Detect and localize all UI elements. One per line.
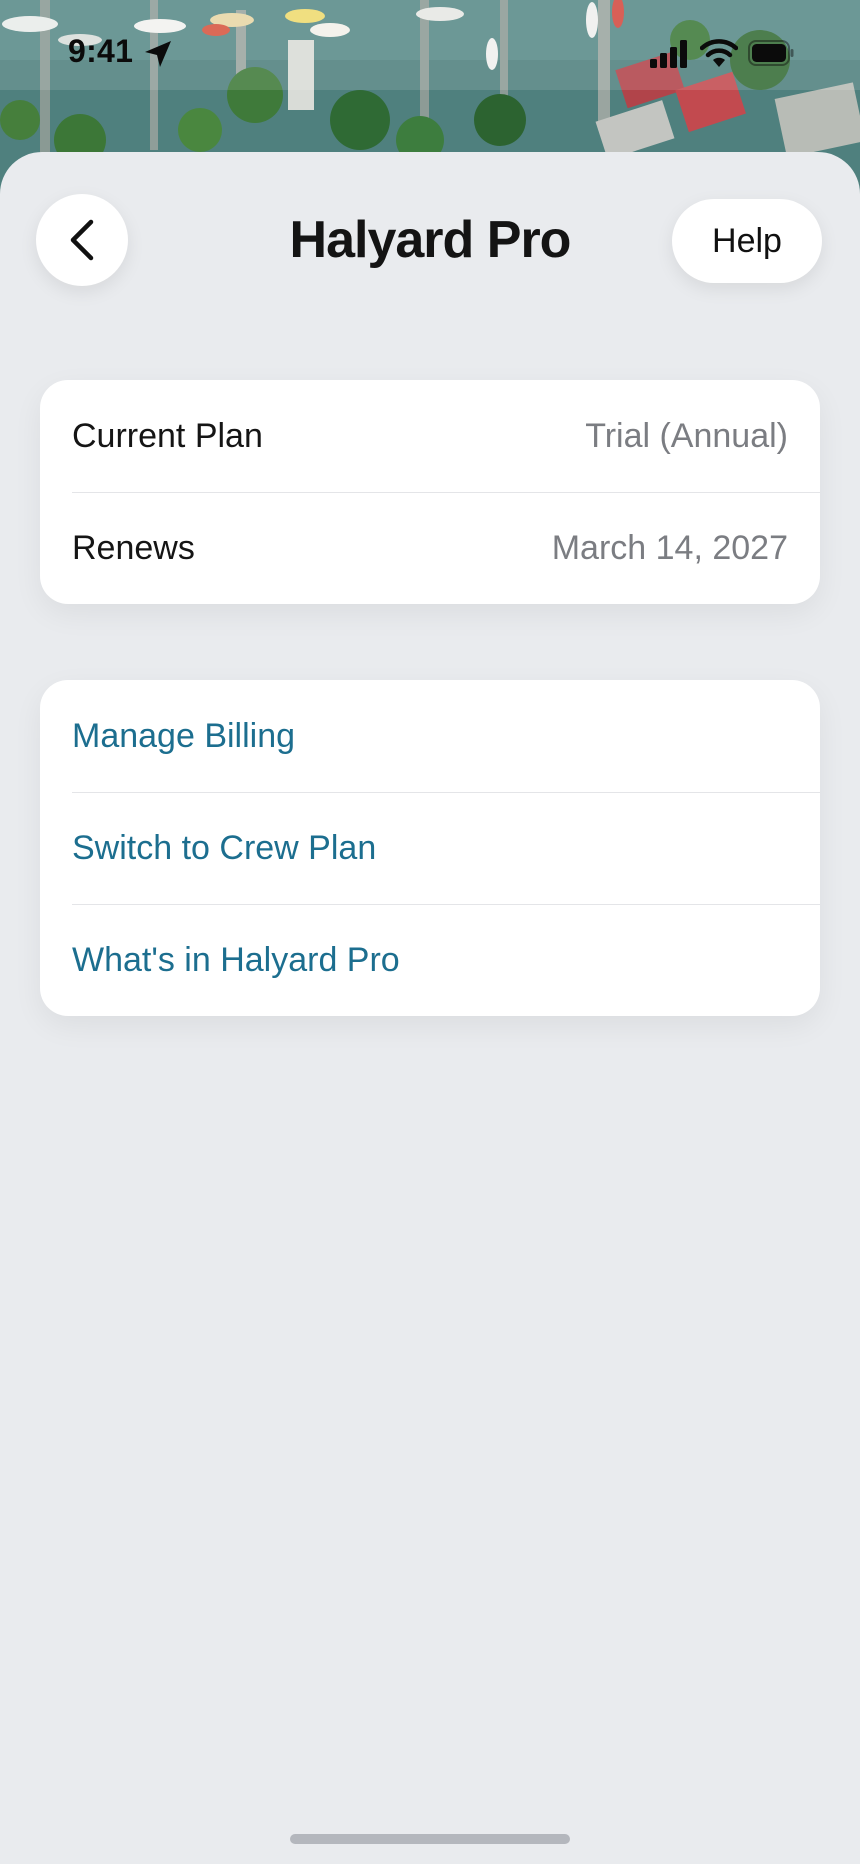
renews-label: Renews: [72, 528, 195, 567]
location-arrow-icon: [145, 41, 171, 67]
switch-to-crew-plan-link[interactable]: Switch to Crew Plan: [40, 792, 820, 904]
renews-value: March 14, 2027: [551, 528, 788, 567]
chevron-left-icon: [70, 219, 94, 261]
status-time: 9:41: [68, 33, 134, 69]
wifi-icon: [700, 39, 738, 67]
subscription-sheet: Halyard Pro Help Current Plan Trial (Ann…: [0, 152, 860, 1864]
current-plan-row: Current Plan Trial (Annual): [40, 380, 820, 492]
plan-actions-card: Manage Billing Switch to Crew Plan What'…: [40, 680, 820, 1016]
back-button[interactable]: [36, 194, 128, 286]
battery-icon: [748, 40, 794, 66]
manage-billing-link[interactable]: Manage Billing: [40, 680, 820, 792]
current-plan-value: Trial (Annual): [585, 416, 788, 455]
whats-in-halyard-pro-link[interactable]: What's in Halyard Pro: [40, 904, 820, 1016]
home-indicator[interactable]: [290, 1834, 570, 1844]
current-plan-label: Current Plan: [72, 416, 263, 455]
renews-row: Renews March 14, 2027: [40, 492, 820, 604]
cellular-signal-icon: [650, 40, 687, 68]
plan-details-card: Current Plan Trial (Annual) Renews March…: [40, 380, 820, 604]
help-button[interactable]: Help: [672, 199, 822, 283]
status-bar: 9:41: [0, 0, 860, 110]
